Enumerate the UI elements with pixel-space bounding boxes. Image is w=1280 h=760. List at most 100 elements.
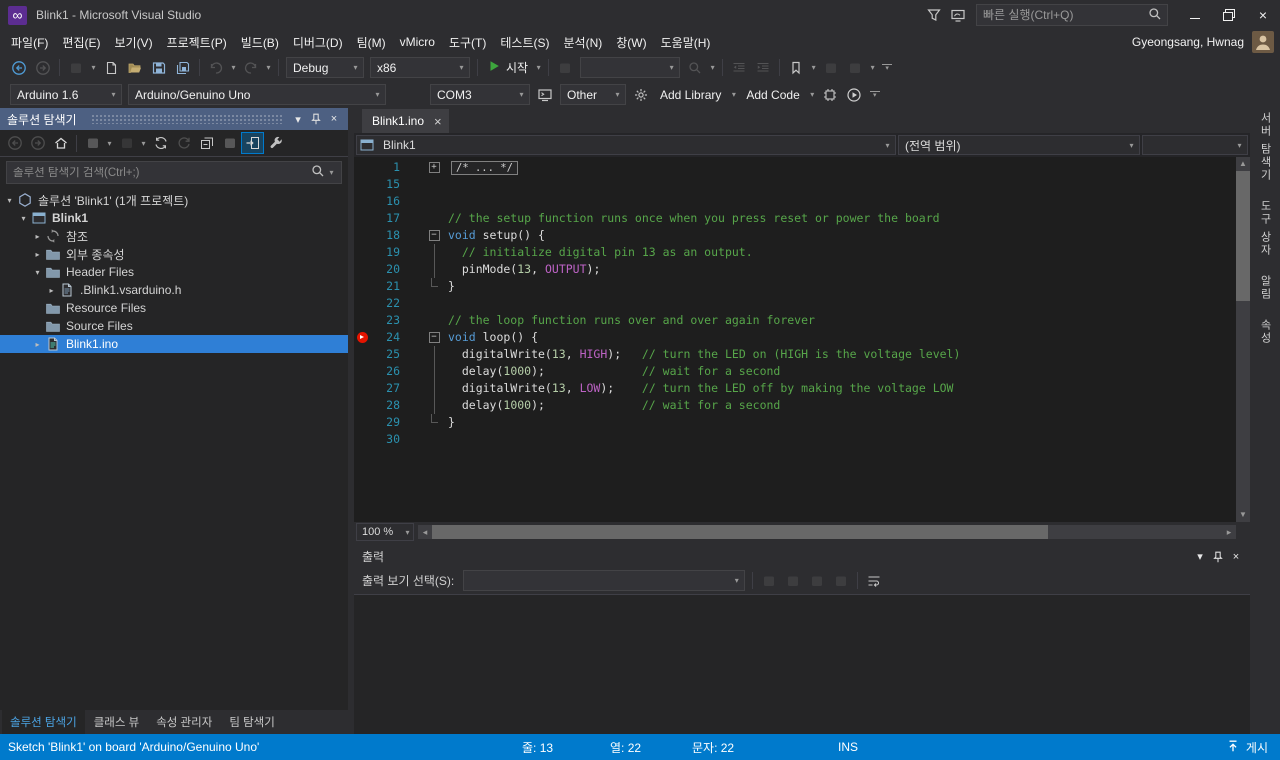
code-line[interactable]: 19 // initialize digital pin 13 as an ou…	[354, 244, 1236, 261]
fold-margin[interactable]: +	[426, 159, 442, 176]
chevron-down-icon[interactable]: ▾	[370, 90, 385, 99]
go-to-previous-message-icon[interactable]	[781, 570, 805, 592]
dropdown-chevron-icon[interactable]: ▾	[533, 63, 544, 72]
solution-explorer-search[interactable]: ▾	[6, 161, 342, 184]
chevron-collapsed-icon[interactable]: ▸	[31, 250, 44, 259]
undo-icon[interactable]	[204, 57, 228, 79]
menu-item[interactable]: 도움말(H)	[654, 31, 718, 54]
collapse-all-icon[interactable]	[195, 132, 218, 154]
fold-margin[interactable]	[426, 380, 442, 397]
increase-indent-icon[interactable]	[751, 57, 775, 79]
fold-margin[interactable]	[426, 244, 442, 261]
fold-margin[interactable]	[426, 193, 442, 210]
project-dropdown[interactable]: Blink1 ▾	[356, 135, 896, 155]
vertical-scrollbar-thumb[interactable]	[1236, 171, 1250, 301]
dropdown-chevron-icon[interactable]: ▾	[807, 90, 818, 99]
save-all-icon[interactable]	[171, 57, 195, 79]
title-bar[interactable]: ∞ Blink1 - Microsoft Visual Studio ×	[0, 0, 1280, 30]
start-debugging-button[interactable]: 시작	[482, 59, 533, 76]
serial-monitor-icon[interactable]	[533, 84, 557, 106]
menu-item[interactable]: 디버그(D)	[286, 31, 350, 54]
output-header[interactable]: 출력 ▾ ×	[354, 546, 1250, 567]
fold-collapse-icon[interactable]: −	[429, 230, 440, 241]
tree-item[interactable]: ▸외부 종속성	[0, 245, 348, 263]
chevron-collapsed-icon[interactable]: ▸	[31, 232, 44, 241]
refresh-icon[interactable]	[172, 132, 195, 154]
add-code-button[interactable]: Add Code	[739, 88, 806, 102]
avatar[interactable]	[1252, 31, 1274, 53]
drag-grip[interactable]	[91, 114, 283, 124]
pending-changes-filter-icon[interactable]	[115, 132, 138, 154]
dropdown-chevron-icon[interactable]: ▾	[808, 63, 819, 72]
bottom-tool-tab[interactable]: 클래스 뷰	[86, 710, 148, 734]
search-icon[interactable]	[1147, 6, 1163, 25]
fold-margin[interactable]	[426, 346, 442, 363]
add-library-button[interactable]: Add Library	[653, 88, 728, 102]
fold-margin[interactable]	[426, 261, 442, 278]
code-line[interactable]: 25 digitalWrite(13, HIGH); // turn the L…	[354, 346, 1236, 363]
menu-item[interactable]: 보기(V)	[107, 31, 159, 54]
dropdown-chevron-icon[interactable]: ▾	[104, 139, 115, 148]
bottom-tool-tab[interactable]: 속성 관리자	[148, 710, 220, 734]
right-tool-tab[interactable]: 속성	[1257, 319, 1273, 345]
build-upload-icon[interactable]	[842, 84, 866, 106]
chevron-down-icon[interactable]: ▾	[729, 576, 744, 585]
solution-platforms-combo[interactable]: x86▾	[370, 57, 470, 78]
scope-dropdown[interactable]: (전역 범위) ▾	[898, 135, 1140, 155]
close-button[interactable]: ×	[1246, 2, 1280, 28]
fold-margin[interactable]	[426, 397, 442, 414]
quick-launch-input[interactable]	[983, 8, 1147, 22]
pin-icon[interactable]	[1209, 548, 1227, 566]
menu-item[interactable]: 팀(M)	[350, 31, 393, 54]
fold-margin[interactable]	[426, 312, 442, 329]
find-options-icon[interactable]	[683, 57, 707, 79]
search-icon[interactable]	[310, 163, 326, 182]
window-position-icon[interactable]: ▾	[289, 110, 307, 128]
minimize-button[interactable]	[1178, 2, 1212, 28]
code-editor[interactable]: 1+/* ... */151617// the setup function r…	[354, 157, 1250, 522]
menu-item[interactable]: 빌드(B)	[234, 31, 286, 54]
chevron-down-icon[interactable]: ▾	[348, 63, 363, 72]
show-all-files-icon[interactable]	[218, 132, 241, 154]
code-line[interactable]: 26 delay(1000); // wait for a second	[354, 363, 1236, 380]
right-tool-tab[interactable]: 알림	[1257, 275, 1273, 301]
code-line[interactable]: 24−void loop() {	[354, 329, 1236, 346]
publish-button[interactable]: 게시	[1214, 734, 1280, 760]
code-line[interactable]: 29}	[354, 414, 1236, 431]
switch-views-icon[interactable]	[81, 132, 104, 154]
chevron-expanded-icon[interactable]: ▾	[31, 268, 44, 277]
decrease-indent-icon[interactable]	[727, 57, 751, 79]
code-line[interactable]: 27 digitalWrite(13, LOW); // turn the LE…	[354, 380, 1236, 397]
fold-margin[interactable]	[426, 176, 442, 193]
right-tool-tab[interactable]: 도구 상자	[1257, 200, 1273, 257]
menu-item[interactable]: 파일(F)	[4, 31, 55, 54]
code-line[interactable]: 28 delay(1000); // wait for a second	[354, 397, 1236, 414]
tree-item[interactable]: Resource Files	[0, 299, 348, 317]
solution-explorer-header[interactable]: 솔루션 탐색기 ▾ ×	[0, 108, 348, 130]
menu-item[interactable]: vMicro	[393, 32, 442, 52]
restore-button[interactable]	[1212, 2, 1246, 28]
preview-selected-items-icon[interactable]	[241, 132, 264, 154]
fold-margin[interactable]	[426, 278, 442, 295]
toolbar-options-icon[interactable]: ▾	[868, 91, 882, 99]
tree-item[interactable]: ▸참조	[0, 227, 348, 245]
menu-item[interactable]: 분석(N)	[557, 31, 610, 54]
member-dropdown[interactable]: ▾	[1142, 135, 1248, 155]
quick-launch-box[interactable]	[976, 4, 1168, 26]
right-tool-tab[interactable]: 서버 탐색기	[1257, 112, 1273, 182]
fold-margin[interactable]	[426, 363, 442, 380]
code-line[interactable]: 1+/* ... */	[354, 159, 1236, 176]
scroll-down-icon[interactable]: ▼	[1239, 508, 1247, 522]
code-line[interactable]: 17// the setup function runs once when y…	[354, 210, 1236, 227]
close-icon[interactable]: ×	[325, 110, 343, 128]
code-line[interactable]: 20 pinMode(13, OUTPUT);	[354, 261, 1236, 278]
breakpoint-margin[interactable]	[354, 332, 370, 343]
chevron-collapsed-icon[interactable]: ▸	[31, 340, 44, 349]
scroll-right-icon[interactable]: ▸	[1222, 525, 1236, 539]
sync-with-active-document-icon[interactable]	[149, 132, 172, 154]
menu-item[interactable]: 창(W)	[609, 31, 653, 54]
board-manager-icon[interactable]	[818, 84, 842, 106]
chevron-down-icon[interactable]: ▾	[664, 63, 679, 72]
new-file-icon[interactable]	[99, 57, 123, 79]
save-icon[interactable]	[147, 57, 171, 79]
